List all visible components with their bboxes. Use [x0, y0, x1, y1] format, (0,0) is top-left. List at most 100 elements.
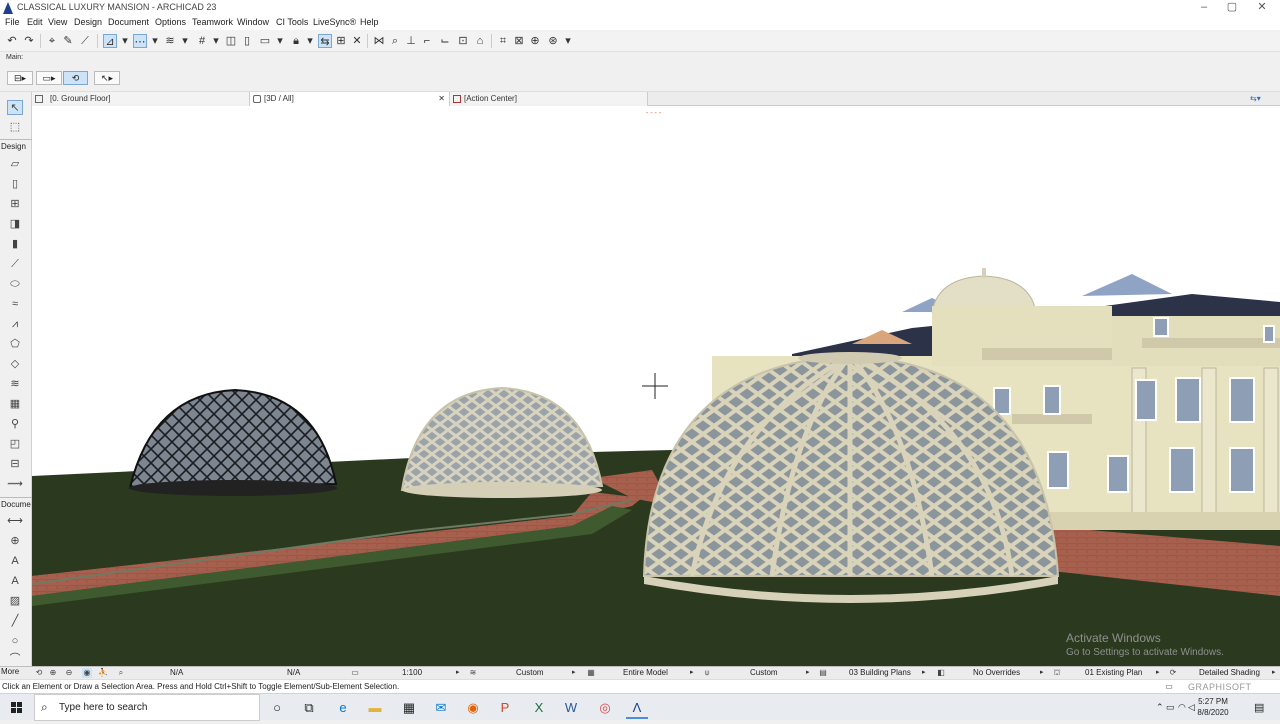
maximize-button[interactable]: ▢	[1216, 0, 1248, 16]
trace-icon[interactable]: ◫	[224, 34, 238, 48]
shading-value[interactable]: Detailed Shading	[1199, 668, 1260, 677]
rotation-value[interactable]: N/A	[287, 668, 300, 677]
rotated-selection-button[interactable]: ⟲	[63, 71, 88, 85]
railing-tool-icon[interactable]: ⬠	[7, 337, 23, 352]
menu-livesync[interactable]: LiveSync®	[313, 17, 356, 27]
mvo-chevron-icon[interactable]: ▸	[922, 668, 926, 676]
orbit-view-icon[interactable]: ◉	[82, 668, 92, 678]
pen-set-chevron-icon[interactable]: ▸	[806, 668, 810, 676]
shading-chevron-icon[interactable]: ▸	[1272, 668, 1276, 676]
task-view-icon[interactable]: ⧉	[298, 697, 320, 719]
arrow-tool-icon[interactable]: ↖	[7, 100, 23, 115]
shell-tool-icon[interactable]: ≈	[7, 297, 23, 312]
pick-up-parameters-icon[interactable]: ⌖	[45, 34, 59, 48]
lock-icon[interactable]: 🔒︎	[289, 34, 303, 48]
scale-value[interactable]: 1:100	[402, 668, 422, 677]
split-icon[interactable]: ⋈	[372, 34, 386, 48]
guide-line-icon[interactable]: ⊿	[103, 34, 117, 48]
lamp-tool-icon[interactable]: ⊟	[7, 457, 23, 472]
chamfer-icon[interactable]: ⌙	[438, 34, 452, 48]
polyline-tool-icon[interactable]: ⌒	[7, 652, 23, 667]
selection-area-icon[interactable]: ▭	[258, 34, 272, 48]
more-tools-label[interactable]: More	[1, 667, 31, 676]
roof-tool-icon[interactable]: ⬭	[7, 277, 23, 292]
arrow-tool-button[interactable]: ↖▸	[94, 71, 120, 85]
taskbar-clock[interactable]: 5:27 PM 8/8/2020	[1196, 696, 1230, 718]
close-button[interactable]: ✕	[1246, 0, 1278, 16]
chrome-icon[interactable]: ◎	[594, 697, 616, 719]
chevron-down-icon[interactable]: ▾	[561, 34, 575, 48]
undo-zoom-icon[interactable]: ⟲	[34, 668, 44, 678]
explore-icon[interactable]: ⌗	[496, 34, 510, 48]
wifi-icon[interactable]: ◠	[1178, 702, 1186, 713]
skylight-tool-icon[interactable]: ⟿	[7, 477, 23, 492]
menu-document[interactable]: Document	[108, 17, 149, 27]
zoom-in-icon[interactable]: ⊕	[48, 668, 58, 678]
grid-icon[interactable]: #	[195, 34, 209, 48]
status-panel-icon[interactable]: ▭	[1164, 682, 1174, 692]
redo-icon[interactable]: ↷	[22, 34, 36, 48]
microsoft-store-icon[interactable]: ▦	[398, 697, 420, 719]
3d-viewport[interactable]: - - - - Activate Windows Go to Settings …	[32, 106, 1280, 666]
edge-browser-icon[interactable]: e	[332, 697, 354, 719]
notifications-icon[interactable]: ▤	[1254, 701, 1264, 714]
chevron-down-icon[interactable]: ▾	[178, 34, 192, 48]
menu-file[interactable]: File	[5, 17, 20, 27]
scale-chevron-icon[interactable]: ▸	[456, 668, 460, 676]
layer-chevron-icon[interactable]: ▸	[572, 668, 576, 676]
dimension-tool-icon[interactable]: ⟷	[7, 514, 23, 529]
renovation-filter-value[interactable]: 01 Existing Plan	[1085, 668, 1142, 677]
stair-tool-icon[interactable]: ⩘	[7, 317, 23, 332]
taskbar-search-box[interactable]: ⌕ Type here to search	[34, 694, 260, 721]
level-dimension-tool-icon[interactable]: ⊕	[7, 534, 23, 549]
label-tool-icon[interactable]: A	[7, 574, 23, 589]
marquee-tool-icon[interactable]: ⬚	[7, 120, 23, 135]
tab-action-center[interactable]: [Action Center]	[450, 92, 648, 106]
file-explorer-icon[interactable]: ▬	[364, 697, 386, 719]
zoom-icon[interactable]: ⊕	[528, 34, 542, 48]
windows-start-button[interactable]	[0, 694, 34, 721]
archicad-taskbar-icon[interactable]: Λ	[626, 697, 648, 719]
beam-tool-icon[interactable]: ▮	[7, 237, 23, 252]
word-icon[interactable]: W	[560, 697, 582, 719]
model-view-value[interactable]: Entire Model	[623, 668, 668, 677]
powerpoint-icon[interactable]: P	[494, 697, 516, 719]
chevron-down-icon[interactable]: ▾	[148, 34, 162, 48]
zone-tool-icon[interactable]: ◰	[7, 437, 23, 452]
tab-3d-all[interactable]: [3D / All] ✕	[250, 92, 450, 106]
model-view-options-value[interactable]: 03 Building Plans	[849, 668, 911, 677]
graphic-overrides-value[interactable]: No Overrides	[973, 668, 1020, 677]
chevron-down-icon[interactable]: ▾	[209, 34, 223, 48]
tab-ground-floor[interactable]: [0. Ground Floor]	[32, 92, 250, 106]
menu-design[interactable]: Design	[74, 17, 102, 27]
marquee-icon[interactable]: ▯	[240, 34, 254, 48]
suspend-groups-icon[interactable]: ⇆	[318, 34, 332, 48]
group-icon[interactable]: ⊞	[334, 34, 348, 48]
orbit-icon[interactable]: ⊛	[546, 34, 560, 48]
cortana-icon[interactable]: ○	[266, 697, 288, 719]
fit-view-icon[interactable]: ⌕	[116, 668, 126, 678]
mail-icon[interactable]: ✉	[430, 697, 452, 719]
excel-icon[interactable]: X	[528, 697, 550, 719]
overrides-chevron-icon[interactable]: ▸	[1040, 668, 1044, 676]
arc-tool-icon[interactable]: ○	[7, 634, 23, 649]
line-tool-icon[interactable]: ╱	[7, 614, 23, 629]
chevron-down-icon[interactable]: ▾	[273, 34, 287, 48]
menu-window[interactable]: Window	[237, 17, 269, 27]
layers-icon[interactable]: ≋	[163, 34, 177, 48]
slab-tool-icon[interactable]: ⟋	[7, 257, 23, 272]
curtain-wall-tool-icon[interactable]: ▦	[7, 397, 23, 412]
morph-tool-icon[interactable]: ◇	[7, 357, 23, 372]
chevron-down-icon[interactable]: ▾	[118, 34, 132, 48]
fillet-icon[interactable]: ⌐	[420, 34, 434, 48]
zoom-out-icon[interactable]: ⊖	[64, 668, 74, 678]
eyedropper-icon[interactable]: ⟋	[78, 34, 92, 48]
rectangle-selection-button[interactable]: ▭▸	[36, 71, 62, 85]
mesh-tool-icon[interactable]: ≋	[7, 377, 23, 392]
menu-edit[interactable]: Edit	[27, 17, 43, 27]
text-tool-icon[interactable]: A	[7, 554, 23, 569]
pen-set-value[interactable]: Custom	[750, 668, 778, 677]
network-icon[interactable]: ▭	[1166, 702, 1175, 713]
layer-combination-value[interactable]: Custom	[516, 668, 544, 677]
walk-icon[interactable]: ⛹	[98, 668, 108, 678]
